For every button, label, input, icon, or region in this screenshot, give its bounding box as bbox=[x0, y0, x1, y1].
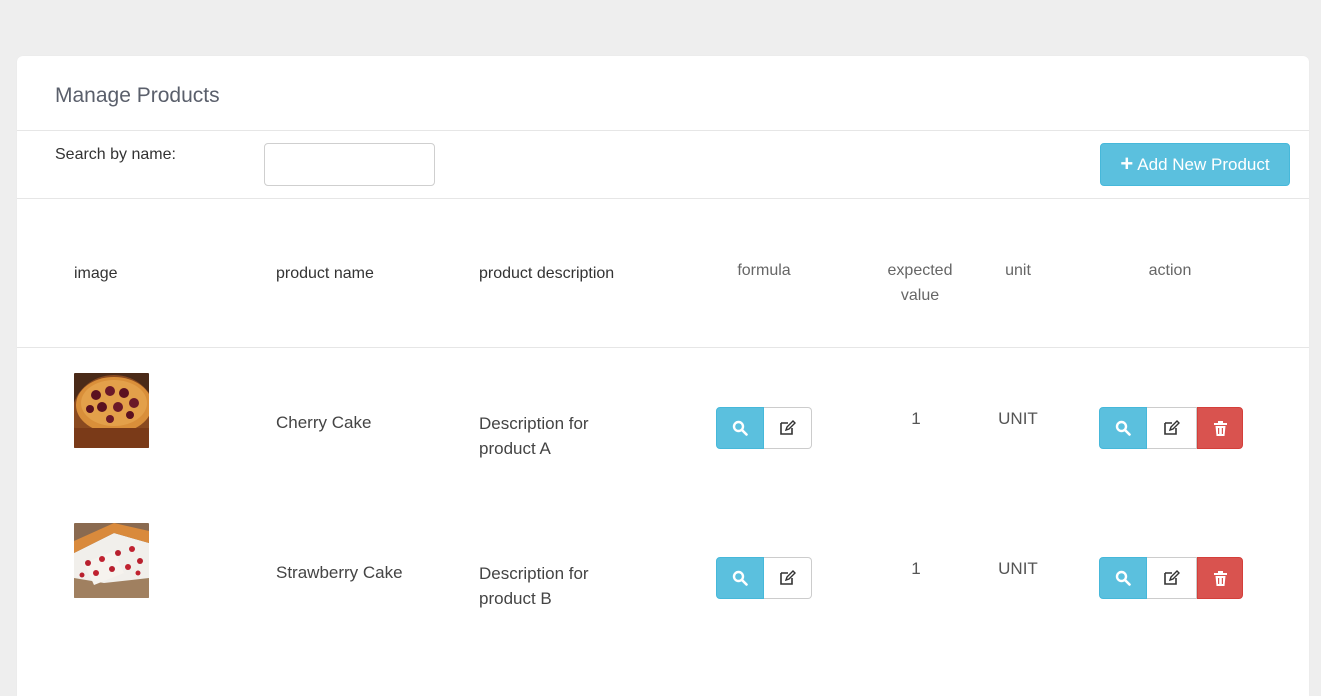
delete-product-button[interactable] bbox=[1197, 407, 1243, 449]
trash-icon bbox=[1213, 420, 1227, 436]
header-divider bbox=[17, 347, 1309, 348]
column-header-image: image bbox=[74, 265, 118, 282]
column-header-unit: unit bbox=[1005, 262, 1031, 279]
add-new-product-button[interactable]: + Add New Product bbox=[1100, 143, 1290, 186]
action-button-group bbox=[1099, 557, 1243, 599]
view-product-button[interactable] bbox=[1099, 557, 1147, 599]
plus-icon: + bbox=[1120, 150, 1134, 176]
search-icon bbox=[732, 420, 748, 436]
title-divider bbox=[17, 130, 1309, 131]
column-header-product-name: product name bbox=[276, 265, 374, 282]
search-input[interactable] bbox=[264, 143, 435, 186]
toolbar-divider bbox=[17, 198, 1309, 199]
edit-icon bbox=[1164, 420, 1180, 435]
product-description-line2: product A bbox=[479, 439, 551, 458]
product-description: Description for product B bbox=[479, 561, 589, 611]
column-header-product-description: product description bbox=[479, 265, 615, 282]
product-image bbox=[74, 523, 149, 598]
view-formula-button[interactable] bbox=[716, 557, 764, 599]
product-name: Cherry Cake bbox=[276, 413, 372, 432]
product-description-line1: Description for bbox=[479, 564, 589, 583]
edit-product-button[interactable] bbox=[1147, 407, 1197, 449]
edit-formula-button[interactable] bbox=[764, 557, 812, 599]
product-description: Description for product A bbox=[479, 411, 589, 461]
search-label: Search by name: bbox=[55, 146, 176, 163]
column-header-action: action bbox=[1148, 262, 1192, 279]
unit-value: UNIT bbox=[998, 409, 1038, 428]
formula-button-group bbox=[716, 557, 812, 599]
trash-icon bbox=[1213, 570, 1227, 586]
action-button-group bbox=[1099, 407, 1243, 449]
view-formula-button[interactable] bbox=[716, 407, 764, 449]
edit-product-button[interactable] bbox=[1147, 557, 1197, 599]
formula-button-group bbox=[716, 407, 812, 449]
product-name: Strawberry Cake bbox=[276, 563, 403, 582]
panel-title: Manage Products bbox=[55, 84, 220, 107]
search-icon bbox=[732, 570, 748, 586]
edit-icon bbox=[1164, 570, 1180, 585]
expected-value: 1 bbox=[911, 409, 921, 428]
product-image bbox=[74, 373, 149, 448]
product-description-line1: Description for bbox=[479, 414, 589, 433]
unit-value: UNIT bbox=[998, 559, 1038, 578]
edit-icon bbox=[780, 420, 796, 435]
manage-products-panel: Manage Products Search by name: + Add Ne… bbox=[17, 56, 1309, 696]
column-header-expected-value-line1: expected bbox=[887, 262, 953, 279]
add-new-product-label: Add New Product bbox=[1137, 154, 1270, 174]
search-icon bbox=[1115, 570, 1131, 586]
edit-icon bbox=[780, 570, 796, 585]
view-product-button[interactable] bbox=[1099, 407, 1147, 449]
search-icon bbox=[1115, 420, 1131, 436]
edit-formula-button[interactable] bbox=[764, 407, 812, 449]
column-header-expected-value: expected value bbox=[870, 258, 970, 308]
expected-value: 1 bbox=[911, 559, 921, 578]
column-header-expected-value-line2: value bbox=[900, 287, 940, 304]
column-header-formula: formula bbox=[737, 262, 791, 279]
delete-product-button[interactable] bbox=[1197, 557, 1243, 599]
product-description-line2: product B bbox=[479, 589, 552, 608]
